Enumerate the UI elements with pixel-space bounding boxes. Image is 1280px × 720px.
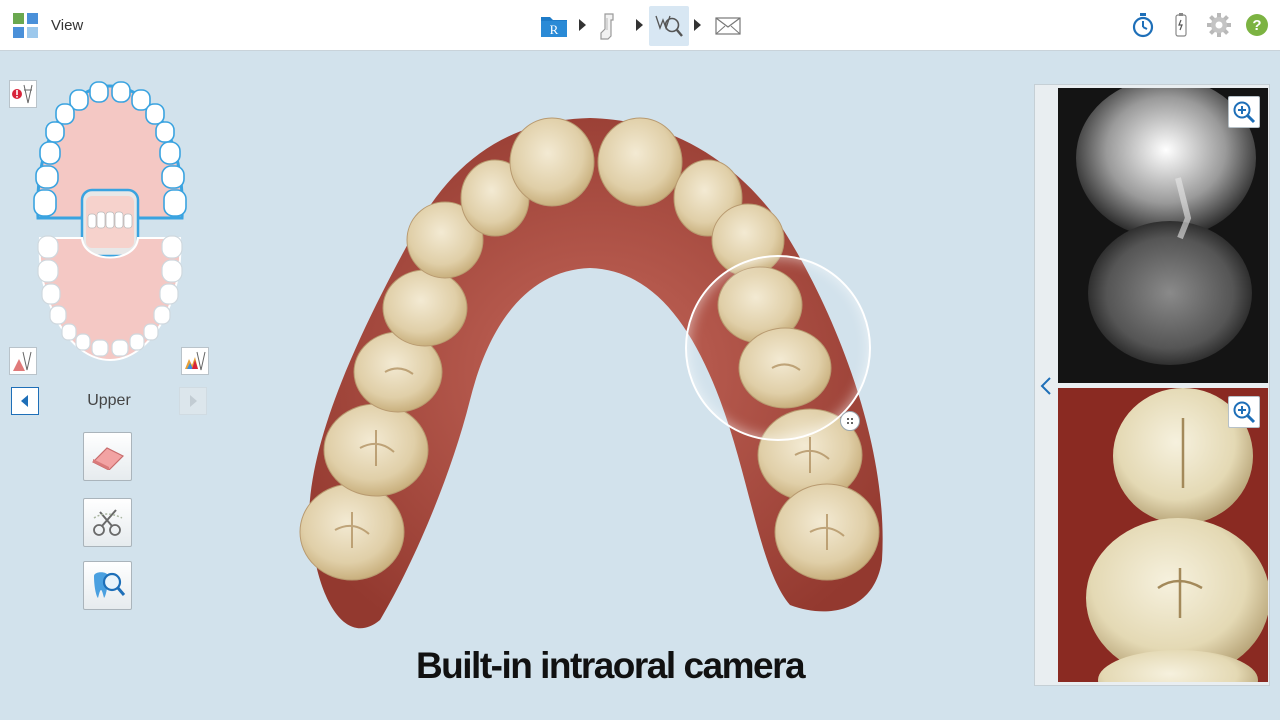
view-magnify-icon <box>655 15 683 37</box>
view-step-button[interactable] <box>649 6 689 46</box>
color-camera-view[interactable] <box>1058 388 1268 682</box>
stopwatch-button[interactable] <box>1130 12 1156 38</box>
zoom-in-icon <box>1233 401 1256 424</box>
next-jaw-button[interactable] <box>179 387 207 415</box>
review-tool-button[interactable] <box>83 561 132 610</box>
tooth-map[interactable] <box>30 78 190 368</box>
stopwatch-icon <box>1132 13 1154 38</box>
rx-folder-icon: R <box>541 17 567 37</box>
infrared-camera-view[interactable] <box>1058 88 1268 383</box>
color-camera-image <box>1058 388 1268 682</box>
rx-letter: R <box>550 22 559 37</box>
top-toolbar: View R ? <box>0 0 1280 51</box>
workflow-arrow-icon <box>636 19 643 31</box>
envelope-icon <box>715 17 741 35</box>
jaw-label: Upper <box>87 392 131 409</box>
eraser-tool-button[interactable] <box>83 432 132 481</box>
caret-left-icon <box>21 395 28 407</box>
help-icon: ? <box>1246 14 1268 36</box>
drag-handle-icon <box>847 418 853 424</box>
color-map-icon[interactable] <box>181 347 209 375</box>
rx-step-button[interactable]: R <box>535 6 573 46</box>
tooth-magnify-icon <box>93 571 125 598</box>
workflow-arrow-icon <box>694 19 701 31</box>
scan-wand-icon <box>600 13 614 40</box>
send-step-button[interactable] <box>712 6 744 46</box>
gear-icon <box>1207 13 1231 37</box>
caret-right-icon <box>190 395 197 407</box>
scissors-icon <box>92 508 122 536</box>
trim-tool-button[interactable] <box>83 498 132 547</box>
previous-jaw-button[interactable] <box>11 387 39 415</box>
chevron-left-icon <box>1040 377 1051 395</box>
workflow-arrow-icon <box>579 19 586 31</box>
zoom-color-button[interactable] <box>1228 396 1260 428</box>
settings-button[interactable] <box>1206 12 1232 38</box>
upper-alert-icon[interactable] <box>9 80 37 108</box>
magnifier-handle[interactable] <box>840 411 860 431</box>
collapse-panel-button[interactable] <box>1038 374 1054 398</box>
page-title: View <box>51 17 84 34</box>
lower-jaw-view-icon[interactable] <box>9 347 37 375</box>
eraser-icon <box>91 446 124 470</box>
scan-step-button[interactable] <box>592 6 624 46</box>
wand-battery-button[interactable] <box>1168 12 1194 38</box>
zoom-infrared-button[interactable] <box>1228 96 1260 128</box>
wand-battery-icon <box>1175 13 1187 37</box>
help-button[interactable]: ? <box>1244 12 1270 38</box>
app-grid-icon[interactable] <box>13 13 39 39</box>
svg-text:?: ? <box>1252 17 1261 34</box>
zoom-in-icon <box>1233 101 1256 124</box>
infrared-image <box>1076 88 1256 365</box>
